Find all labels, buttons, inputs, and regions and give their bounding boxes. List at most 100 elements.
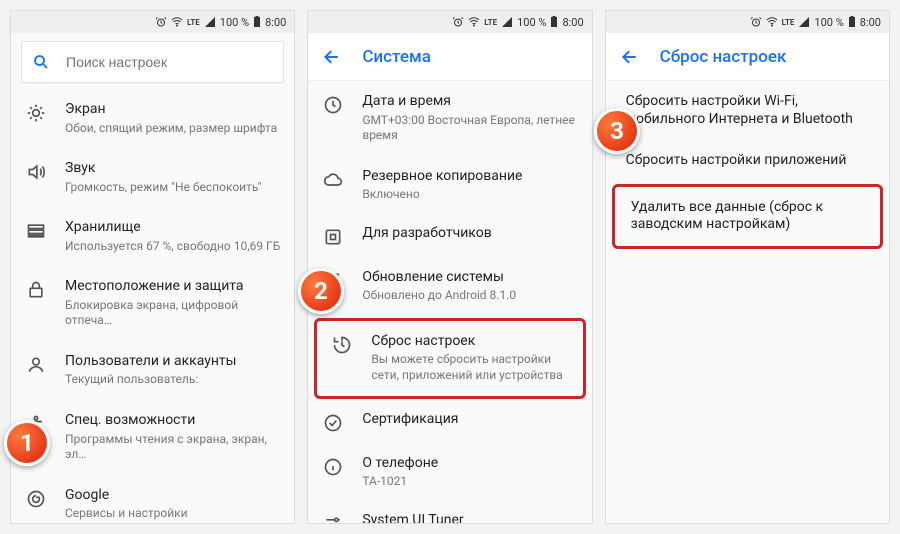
back-icon[interactable] [620, 47, 640, 67]
title: Обновление системы [362, 269, 577, 287]
title: О телефоне [362, 455, 577, 473]
system-list: Дата и время GMT+03:00 Восточная Европа, … [308, 81, 591, 523]
storage-icon [25, 219, 47, 241]
search-icon [32, 53, 50, 71]
developer-icon [322, 225, 344, 247]
setting-security[interactable]: Местоположение и защита Блокировка экрана… [11, 266, 294, 341]
setting-backup[interactable]: Резервное копированиеВключено [308, 156, 591, 215]
title: Сброс настроек [371, 333, 568, 351]
subtitle: Блокировка экрана, цифровой отпеча… [65, 298, 280, 329]
title: Местоположение и защита [65, 278, 280, 296]
title: Сбросить настройки приложений [626, 152, 875, 170]
subtitle: TA-1021 [362, 474, 577, 490]
battery-icon [253, 16, 261, 28]
wifi-icon [468, 16, 480, 28]
info-icon [322, 455, 344, 477]
reset-list: Сбросить настройки Wi-Fi, мобильного Инт… [606, 81, 889, 523]
clock-label: 8:00 [562, 16, 583, 29]
screen-system: LTE 100 % 8:00 Система Дата и время GMT+0… [307, 10, 592, 524]
subtitle: Громкость, режим "Не беспокоить" [65, 180, 280, 196]
network-label: LTE [782, 18, 795, 27]
brightness-icon [25, 101, 47, 123]
step-badge-3: 3 [594, 108, 640, 154]
clock-icon [322, 93, 344, 115]
alarm-icon [452, 16, 464, 28]
search-input[interactable] [64, 53, 273, 71]
setting-sound[interactable]: Звук Громкость, режим "Не беспокоить" [11, 148, 294, 207]
battery-icon [550, 16, 558, 28]
battery-icon [848, 16, 856, 28]
setting-update[interactable]: Обновление системыОбновлено до Android 8… [308, 257, 591, 316]
cloud-icon [322, 168, 344, 190]
search-box[interactable] [21, 41, 284, 83]
battery-label: 100 % [220, 16, 249, 29]
page-title: Система [362, 47, 431, 67]
subtitle: Включено [362, 187, 577, 203]
lock-icon [25, 278, 47, 300]
step-badge-2: 2 [298, 268, 344, 314]
status-bar: LTE 100 % 8:00 [606, 11, 889, 33]
subtitle: Обои, спящий режим, размер шрифта [65, 121, 280, 137]
setting-google[interactable]: GoogleСервисы и настройки [11, 475, 294, 523]
setting-developer[interactable]: Для разработчиков [308, 215, 591, 257]
title: Пользователи и аккаунты [65, 353, 280, 371]
alarm-icon [750, 16, 762, 28]
reset-apps[interactable]: Сбросить настройки приложений [606, 140, 889, 182]
title: Звук [65, 160, 280, 178]
title: Дата и время [362, 93, 577, 111]
setting-certification[interactable]: Сертификация [308, 401, 591, 443]
volume-icon [25, 160, 47, 182]
setting-about[interactable]: О телефонеTA-1021 [308, 443, 591, 502]
account-icon [25, 353, 47, 375]
subtitle: GMT+03:00 Восточная Европа, летнее время [362, 113, 577, 144]
setting-storage[interactable]: Хранилище Используется 67 %, свободно 10,… [11, 207, 294, 266]
subtitle: Программы чтения с экрана, экран, эл… [65, 432, 280, 463]
signal-icon [204, 16, 216, 28]
battery-label: 100 % [814, 16, 843, 29]
step-badge-1: 1 [4, 420, 50, 466]
screen-settings-root: LTE 100 % 8:00 Экран Обои, спящий режим, … [10, 10, 295, 524]
title: Хранилище [65, 219, 280, 237]
reset-factory[interactable]: Удалить все данные (сброс к заводским на… [612, 184, 883, 249]
wifi-icon [171, 16, 183, 28]
status-bar: LTE 100 % 8:00 [11, 11, 294, 33]
subtitle: Сервисы и настройки [65, 506, 280, 522]
setting-accounts[interactable]: Пользователи и аккаунтыТекущий пользоват… [11, 341, 294, 400]
clock-label: 8:00 [265, 16, 286, 29]
setting-datetime[interactable]: Дата и время GMT+03:00 Восточная Европа, … [308, 81, 591, 156]
title: Сбросить настройки Wi-Fi, мобильного Инт… [626, 93, 875, 128]
setting-display[interactable]: Экран Обои, спящий режим, размер шрифта [11, 89, 294, 148]
title: Резервное копирование [362, 168, 577, 186]
back-icon[interactable] [322, 47, 342, 67]
settings-list: Экран Обои, спящий режим, размер шрифта З… [11, 89, 294, 523]
reset-network[interactable]: Сбросить настройки Wi-Fi, мобильного Инт… [606, 81, 889, 140]
setting-accessibility[interactable]: Спец. возможностиПрограммы чтения с экра… [11, 400, 294, 475]
network-label: LTE [484, 18, 497, 27]
title: Сертификация [362, 411, 577, 429]
restore-icon [331, 333, 353, 355]
setting-ui-tuner[interactable]: System UI Tuner [308, 502, 591, 523]
verified-icon [322, 411, 344, 433]
google-icon [25, 487, 47, 509]
subtitle: Обновлено до Android 8.1.0 [362, 288, 577, 304]
alarm-icon [155, 16, 167, 28]
signal-icon [798, 16, 810, 28]
title: Для разработчиков [362, 225, 577, 243]
app-bar: Сброс настроек [606, 33, 889, 81]
page-title: Сброс настроек [660, 47, 787, 67]
status-bar: LTE 100 % 8:00 [308, 11, 591, 33]
clock-label: 8:00 [860, 16, 881, 29]
title: System UI Tuner [362, 512, 577, 523]
title: Удалить все данные (сброс к заводским на… [631, 199, 866, 234]
setting-reset[interactable]: Сброс настроекВы можете сбросить настрой… [314, 318, 585, 399]
tune-icon [322, 512, 344, 523]
title: Экран [65, 101, 280, 119]
network-label: LTE [187, 18, 200, 27]
wifi-icon [766, 16, 778, 28]
subtitle: Текущий пользователь: [65, 372, 280, 388]
subtitle: Вы можете сбросить настройки сети, прило… [371, 352, 568, 383]
battery-label: 100 % [517, 16, 546, 29]
app-bar: Система [308, 33, 591, 81]
title: Google [65, 487, 280, 505]
subtitle: Используется 67 %, свободно 10,69 ГБ [65, 239, 280, 255]
